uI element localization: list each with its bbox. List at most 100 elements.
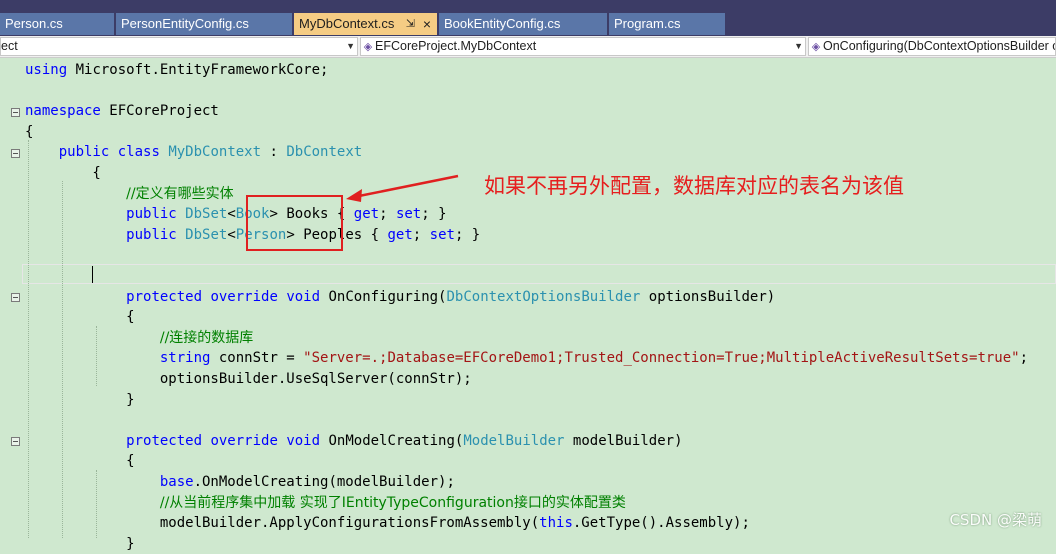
code-token: //从当前程序集中加载 实现了IEntityTypeConfiguration接…: [159, 494, 626, 511]
code-text: protected override void OnConfiguring(Db…: [25, 287, 775, 307]
code-token: ModelBuilder: [463, 432, 565, 449]
code-text: public class MyDbContext : DbContext: [25, 142, 362, 162]
pin-icon[interactable]: ⇲: [406, 13, 415, 35]
code-token: DbSet: [185, 226, 228, 243]
highlight-box: [246, 195, 343, 251]
code-token: public: [126, 226, 177, 243]
code-token: set: [429, 226, 455, 243]
annotation-text: 如果不再另外配置，数据库对应的表名为该值: [484, 174, 904, 198]
code-text: {: [25, 122, 33, 142]
code-token: <: [227, 226, 236, 243]
code-text: namespace EFCoreProject: [25, 101, 219, 121]
code-token: Microsoft.EntityFrameworkCore;: [67, 62, 329, 78]
code-editor[interactable]: using Microsoft.EntityFrameworkCore; name…: [0, 58, 1056, 552]
code-token: OnModelCreating(: [320, 432, 464, 449]
code-token: protected: [126, 288, 203, 305]
code-token: optionsBuilder.UseSqlServer(connStr);: [25, 371, 472, 387]
code-token: :: [261, 144, 287, 161]
chevron-down-icon: ▼: [794, 41, 803, 51]
code-token: <: [227, 206, 236, 223]
chevron-down-icon: ▼: [346, 41, 355, 51]
collapse-icon[interactable]: [11, 149, 20, 158]
tab-label: Person.cs: [5, 16, 63, 31]
collapse-icon[interactable]: [11, 108, 20, 117]
code-text: //连接的数据库: [25, 328, 253, 348]
tab-person-entity-config-cs[interactable]: PersonEntityConfig.cs: [116, 13, 292, 35]
code-token: modelBuilder.ApplyConfigurationsFromAsse…: [25, 515, 540, 532]
code-token: "Server=.;Database=EFCoreDemo1;Trusted_C…: [303, 350, 1020, 367]
code-token: DbContextOptionsBuilder: [446, 288, 641, 305]
code-line: //从当前程序集中加载 实现了IEntityTypeConfiguration接…: [0, 493, 1056, 513]
code-token: string: [159, 350, 211, 367]
code-token: ;: [379, 206, 396, 223]
collapse-icon[interactable]: [11, 293, 20, 302]
code-token: protected: [126, 432, 203, 449]
code-line: base.OnModelCreating(modelBuilder);: [0, 472, 1056, 492]
code-token: }: [25, 391, 135, 408]
code-token: .OnModelCreating(modelBuilder);: [193, 474, 455, 490]
code-line: string connStr = "Server=.;Database=EFCo…: [0, 348, 1056, 368]
code-line: modelBuilder.ApplyConfigurationsFromAsse…: [0, 513, 1056, 533]
tab-book-entity-config-cs[interactable]: BookEntityConfig.cs: [439, 13, 607, 35]
code-line: protected override void OnConfiguring(Db…: [0, 287, 1056, 307]
code-token: void: [286, 288, 321, 305]
tab-program-cs[interactable]: Program.cs: [609, 13, 725, 35]
code-token: using: [25, 62, 68, 78]
project-dropdown[interactable]: ect ▼: [0, 37, 358, 56]
code-token: namespace: [25, 103, 101, 120]
code-token: set: [395, 206, 422, 223]
code-line: public class MyDbContext : DbContext: [0, 142, 1056, 162]
code-token: public: [58, 144, 110, 161]
code-text: {: [25, 163, 101, 183]
tab-person-cs[interactable]: Person.cs: [0, 13, 114, 35]
code-token: {: [25, 165, 101, 181]
code-token: {: [25, 309, 135, 326]
member-scope-dropdown[interactable]: ◈OnConfiguring(DbContextOptionsBuilder o…: [808, 37, 1056, 56]
code-line: protected override void OnModelCreating(…: [0, 431, 1056, 451]
code-token: .GetType().Assembly);: [572, 515, 750, 532]
member-scope-value: OnConfiguring(DbContextOptionsBuilder op…: [823, 39, 1055, 53]
code-token: public: [126, 206, 177, 223]
project-dropdown-value: ect: [1, 39, 18, 53]
code-token: base: [159, 474, 194, 490]
code-token: {: [25, 123, 34, 140]
code-line: public DbSet<Person> Peoples { get; set;…: [0, 225, 1056, 245]
code-line: }: [0, 534, 1056, 554]
code-line: namespace EFCoreProject: [0, 101, 1056, 121]
code-token: ;: [1019, 350, 1029, 367]
code-text: protected override void OnModelCreating(…: [25, 431, 682, 451]
navigation-bar: ect ▼ ◈ EFCoreProject.MyDbContext ▼ ◈ OnCo…: [0, 36, 1056, 58]
code-token: connStr =: [210, 350, 304, 367]
code-line: using Microsoft.EntityFrameworkCore;: [0, 60, 1056, 80]
tab-label: PersonEntityConfig.cs: [121, 16, 249, 31]
code-token: class: [117, 144, 160, 161]
code-token: void: [286, 432, 321, 449]
class-scope-dropdown[interactable]: ◈ EFCoreProject.MyDbContext ▼: [360, 37, 806, 56]
code-token: DbSet: [185, 206, 228, 223]
code-line: }: [0, 390, 1056, 410]
code-text: //从当前程序集中加载 实现了IEntityTypeConfiguration接…: [25, 493, 626, 513]
method-icon: ◈: [811, 41, 821, 53]
close-icon[interactable]: ×: [423, 13, 431, 35]
code-token: get: [353, 206, 380, 223]
class-scope-value: EFCoreProject.MyDbContext: [375, 39, 537, 53]
tab-mydbcontext-cs[interactable]: MyDbContext.cs ⇲ ×: [294, 13, 437, 35]
code-token: EFCoreProject: [100, 103, 219, 120]
collapse-icon[interactable]: [11, 437, 20, 446]
watermark: CSDN @梁萌: [949, 511, 1042, 529]
code-line: optionsBuilder.UseSqlServer(connStr);: [0, 369, 1056, 389]
code-token: this: [539, 515, 573, 532]
code-text: base.OnModelCreating(modelBuilder);: [25, 472, 455, 492]
code-text: }: [25, 534, 134, 554]
code-token: {: [25, 453, 135, 470]
code-token: ;: [412, 226, 430, 243]
